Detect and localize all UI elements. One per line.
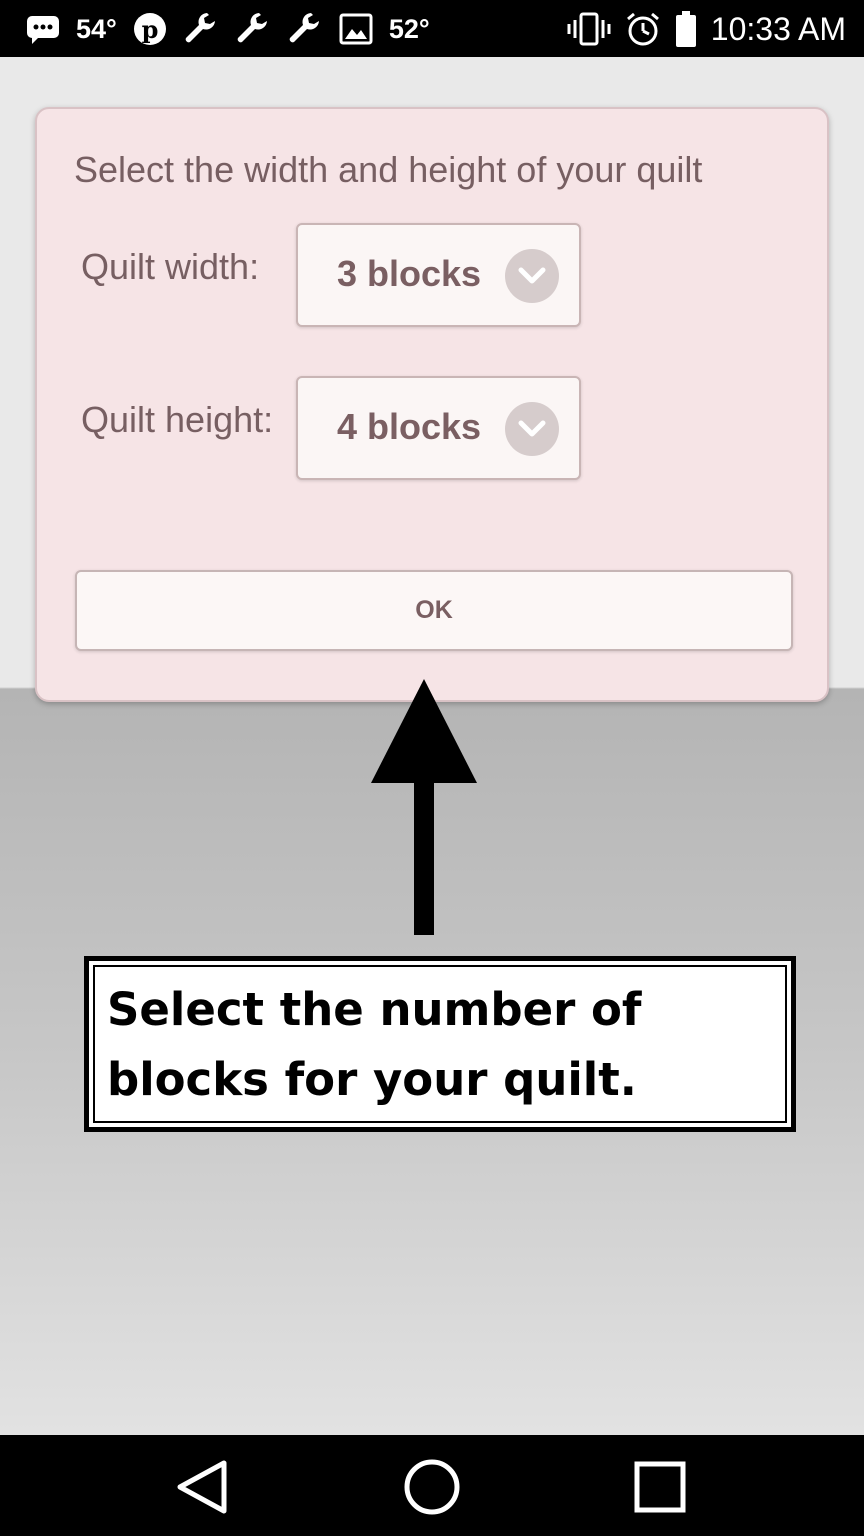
quilt-width-label: Quilt width: (81, 246, 260, 287)
back-icon (177, 1460, 227, 1514)
status-left-group: 54° p 52° (26, 10, 430, 48)
quilt-height-value: 4 blocks (337, 406, 482, 447)
home-button[interactable] (402, 1457, 462, 1517)
clock: 10:33 AM (710, 10, 846, 47)
battery-icon (675, 11, 697, 47)
image-icon (339, 13, 373, 45)
app-screen: Select the width and height of your quil… (0, 57, 864, 1435)
wrench-icon (235, 11, 271, 47)
navigation-bar (0, 1435, 864, 1536)
status-bar: 54° p 52° 10:33 AM (0, 0, 864, 57)
quilt-height-label: Quilt height: (81, 399, 274, 440)
status-right-group: 10:33 AM (567, 10, 846, 48)
weather-temp-2: 52° (388, 13, 430, 44)
home-icon (404, 1459, 460, 1515)
instruction-callout: Select the number of blocks for your qui… (84, 956, 796, 1132)
svg-text:p: p (141, 15, 158, 44)
vibrate-icon (567, 12, 611, 46)
quilt-width-value: 3 blocks (337, 253, 482, 294)
alarm-icon (625, 11, 661, 47)
weather-temp: 54° (76, 13, 117, 44)
ok-button[interactable]: OK (75, 570, 793, 651)
quilt-height-select[interactable]: 4 blocks (296, 376, 581, 480)
callout-text: Select the number of blocks for your qui… (107, 983, 642, 1106)
recents-button[interactable] (630, 1457, 690, 1517)
pinterest-icon: p (133, 12, 167, 46)
chevron-down-icon (505, 402, 559, 456)
quilt-size-dialog: Select the width and height of your quil… (35, 107, 829, 702)
dialog-title: Select the width and height of your quil… (74, 149, 703, 190)
chevron-down-icon (505, 249, 559, 303)
recents-icon (634, 1461, 686, 1513)
arrow-up-icon (371, 679, 477, 935)
back-button[interactable] (172, 1457, 232, 1517)
message-icon (26, 14, 60, 44)
wrench-icon (183, 11, 219, 47)
wrench-icon (287, 11, 323, 47)
quilt-width-select[interactable]: 3 blocks (296, 223, 581, 327)
